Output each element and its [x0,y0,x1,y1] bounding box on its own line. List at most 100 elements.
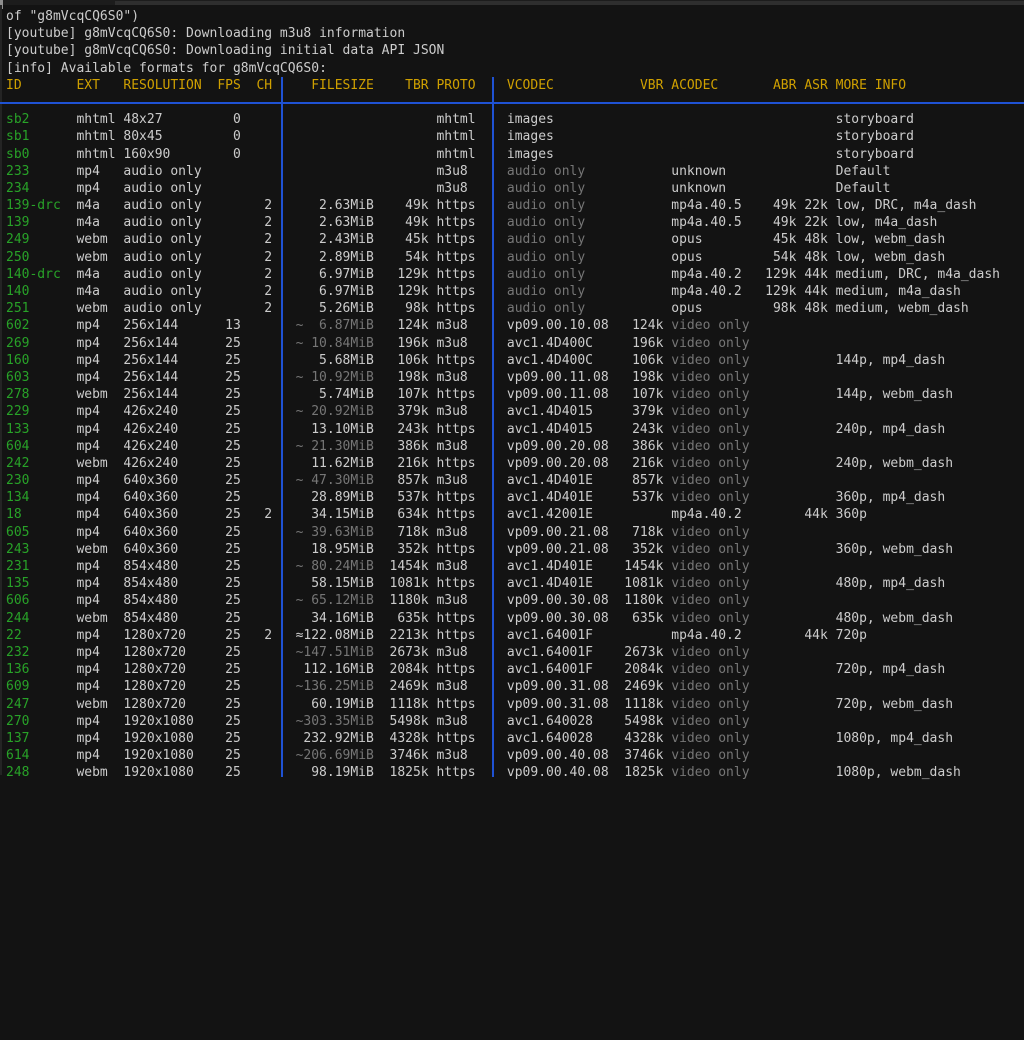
format-ext: mp4 [76,730,99,747]
header-id: ID [6,77,69,94]
format-tbr: 857k [390,472,429,489]
format-acodec: video only [671,747,749,764]
format-fps: 25 [217,644,240,661]
format-vcodec: vp09.00.31.08 [507,678,609,695]
format-acodec: opus [671,231,702,248]
format-tbr: 243k [390,421,429,438]
top-scrollbar-thumb[interactable] [115,1,1024,5]
format-fps: 0 [217,128,240,145]
format-filesize: 11.62MiB [296,455,374,472]
format-acodec: mp4a.40.5 [671,214,741,231]
format-row: 134 mp4 640x360 25 28.89MiB 537k https a… [6,489,1024,506]
format-id: 251 [6,300,69,317]
format-row: 605 mp4 640x360 25 ~ 39.63MiB 718k m3u8 … [6,524,1024,541]
format-id: 160 [6,352,69,369]
format-fps: 25 [217,472,240,489]
format-tbr: 2084k [390,661,429,678]
format-resolution: 256x144 [123,317,178,334]
format-vbr: 5498k [624,713,663,730]
format-row: 244 webm 854x480 25 34.16MiB 635k https … [6,610,1024,627]
format-filesize: 2.63MiB [296,214,374,231]
header-fps: FPS [217,77,240,94]
format-asr: 22k [804,197,827,214]
format-vcodec: avc1.4D400C [507,352,593,369]
format-ext: mp4 [76,352,99,369]
format-ext: mp4 [76,369,99,386]
format-filesize: 5.26MiB [296,300,374,317]
format-ext: webm [76,386,107,403]
format-ext: mhtml [76,128,115,145]
format-acodec: video only [671,524,749,541]
format-protocol: m3u8 [436,678,467,695]
format-ext: mp4 [76,489,99,506]
format-resolution: 640x360 [123,472,178,489]
format-vcodec: avc1.64001F [507,644,593,661]
format-resolution: 80x45 [123,128,162,145]
format-tbr: 537k [390,489,429,506]
format-resolution: 1280x720 [123,644,186,661]
format-fps: 25 [217,335,240,352]
log-line-m3u8: [youtube] g8mVcqCQ6S0: Downloading m3u8 … [6,25,1024,42]
format-id: 136 [6,661,69,678]
format-id: 233 [6,163,69,180]
format-resolution: 1280x720 [123,661,186,678]
format-ext: webm [76,541,107,558]
format-fps: 25 [217,696,240,713]
format-vcodec: audio only [507,266,585,283]
format-acodec: video only [671,696,749,713]
format-acodec: mp4a.40.2 [671,627,741,644]
format-acodec: video only [671,558,749,575]
format-row: 140-drc m4a audio only 2 6.97MiB 129k ht… [6,266,1024,283]
format-filesize: 60.19MiB [296,696,374,713]
format-tbr: 634k [390,506,429,523]
terminal-output: of "g8mVcqCQ6S0") [youtube] g8mVcqCQ6S0:… [6,8,1024,775]
format-more-info: low, webm_dash [836,231,946,248]
format-channels: 2 [249,506,272,523]
format-id: 243 [6,541,69,558]
format-row: 232 mp4 1280x720 25 ~147.51MiB 2673k m3u… [6,644,1024,661]
format-row: 22 mp4 1280x720 25 2 ≈122.08MiB 2213k ht… [6,627,1024,644]
format-abr: 45k [765,231,796,248]
format-acodec: video only [671,369,749,386]
format-row: 229 mp4 426x240 25 ~ 20.92MiB 379k m3u8 … [6,403,1024,420]
format-tbr: 196k [390,335,429,352]
format-acodec: video only [671,713,749,730]
format-vcodec: avc1.42001E [507,506,593,523]
format-vcodec: vp09.00.40.08 [507,764,609,781]
format-ext: mp4 [76,661,99,678]
format-id: 609 [6,678,69,695]
format-tbr: 2213k [390,627,429,644]
format-channels: 2 [249,627,272,644]
format-ext: webm [76,764,107,781]
header-resolution: RESOLUTION [123,77,201,94]
format-more-info: 240p, webm_dash [836,455,953,472]
format-vcodec: vp09.00.21.08 [507,541,609,558]
format-row: 606 mp4 854x480 25 ~ 65.12MiB 1180k m3u8… [6,592,1024,609]
column-separator-line-1 [281,77,283,777]
format-asr: 44k [804,266,827,283]
format-fps: 25 [217,403,240,420]
format-vbr: 216k [624,455,663,472]
format-ext: mp4 [76,506,99,523]
format-vcodec: audio only [507,231,585,248]
format-row: 604 mp4 426x240 25 ~ 21.30MiB 386k m3u8 … [6,438,1024,455]
format-acodec: mp4a.40.2 [671,506,741,523]
format-id: 614 [6,747,69,764]
format-filesize: ~ 20.92MiB [296,403,374,420]
format-ext: webm [76,300,107,317]
format-tbr: 216k [390,455,429,472]
format-more-info: storyboard [836,128,914,145]
format-ext: webm [76,610,107,627]
format-vcodec: audio only [507,214,585,231]
format-vcodec: vp09.00.30.08 [507,592,609,609]
format-resolution: 1280x720 [123,627,186,644]
format-protocol: m3u8 [436,317,467,334]
format-vcodec: vp09.00.10.08 [507,317,609,334]
format-protocol: https [436,300,475,317]
format-row: sb0 mhtml 160x90 0 mhtml images storyboa… [6,146,1024,163]
format-tbr: 5498k [390,713,429,730]
format-acodec: mp4a.40.2 [671,266,741,283]
format-protocol: https [436,575,475,592]
format-id: 139 [6,214,69,231]
format-vbr: 243k [624,421,663,438]
